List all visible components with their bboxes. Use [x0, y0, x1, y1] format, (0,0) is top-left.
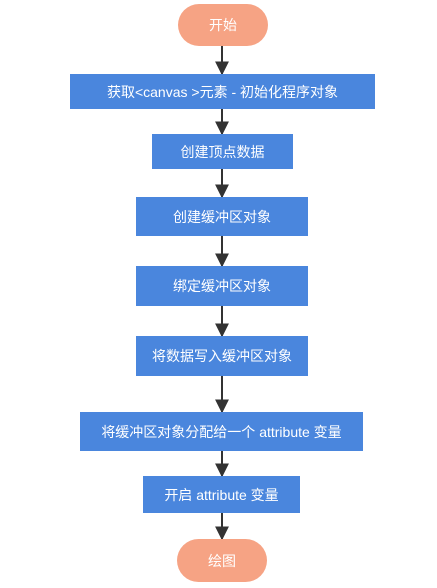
step-enable-attribute: 开启 attribute 变量 — [143, 476, 300, 513]
step-create-vertex-data: 创建顶点数据 — [152, 134, 293, 169]
end-node: 绘图 — [177, 539, 267, 582]
start-node: 开始 — [178, 4, 268, 46]
step-assign-attribute: 将缓冲区对象分配给一个 attribute 变量 — [80, 412, 363, 451]
step-bind-buffer: 绑定缓冲区对象 — [136, 266, 308, 306]
step-create-buffer: 创建缓冲区对象 — [136, 197, 308, 236]
step-get-canvas: 获取<canvas >元素 - 初始化程序对象 — [70, 74, 375, 109]
step-write-buffer: 将数据写入缓冲区对象 — [136, 336, 308, 376]
